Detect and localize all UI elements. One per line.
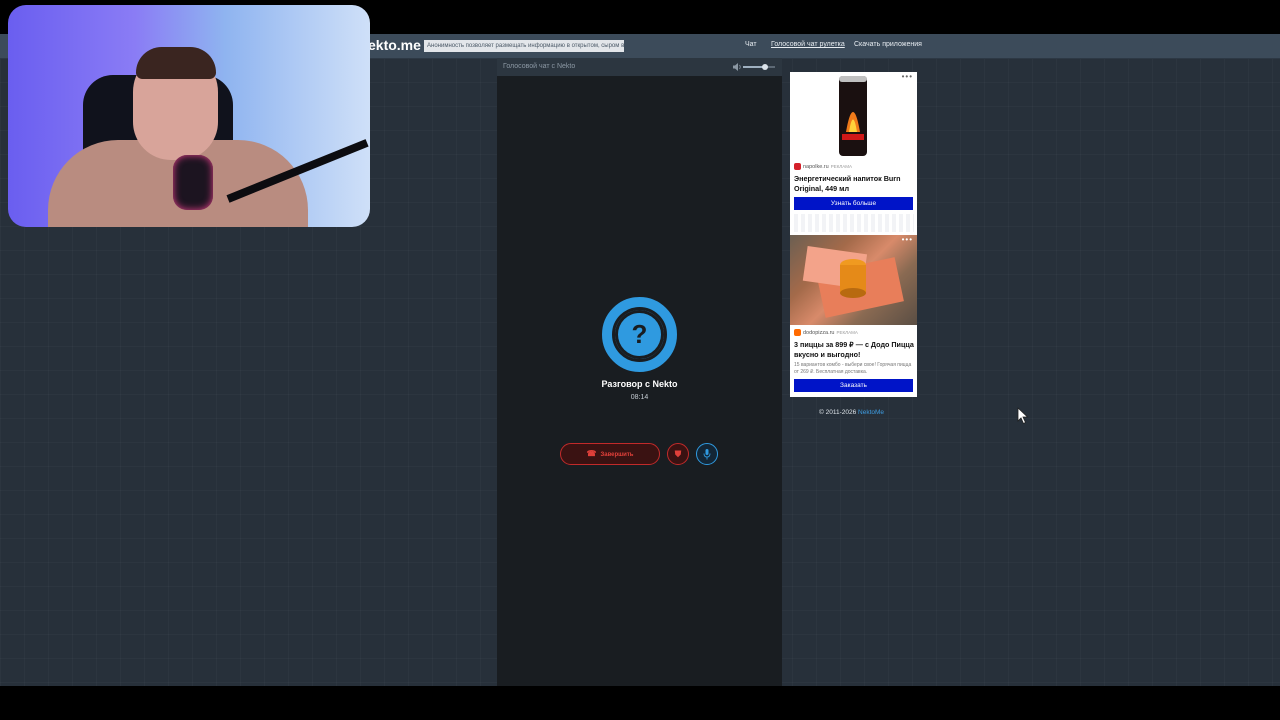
burn-can-image[interactable] (790, 72, 917, 160)
napolke-favicon-icon (794, 163, 801, 170)
volume-icon[interactable] (733, 63, 743, 71)
microphone-button[interactable] (696, 443, 718, 465)
footer-copyright: © 2011-2026 NektoMe (819, 409, 884, 416)
chat-header-title: Голосовой чат с Nekto (503, 63, 576, 70)
webcam-person-hair (136, 47, 216, 79)
pizza-boxes-image[interactable] (790, 235, 917, 325)
shield-icon: ⛊ (674, 449, 682, 459)
ad-faded-strip (794, 214, 914, 232)
nav-chat[interactable]: Чат (745, 41, 757, 48)
ad-source: napolke.ru РЕКЛАМА (794, 163, 852, 170)
slogan-banner: Анонимность позволяет размещать информац… (424, 40, 624, 52)
order-button[interactable]: Заказать (794, 379, 913, 392)
hang-up-icon: ☎ (586, 449, 597, 458)
volume-slider-handle[interactable] (762, 64, 768, 70)
ad-card-burn[interactable]: ••• napolke.ru РЕКЛАМА Энергетический нап… (790, 72, 917, 235)
microphone-icon (703, 449, 711, 460)
webcam-microphone (173, 155, 213, 210)
site-logo[interactable]: ekto.me (368, 37, 421, 53)
nektome-link[interactable]: NektoMe (858, 409, 884, 416)
ad-title[interactable]: 3 пиццы за 899 ₽ — с Додо Пицца вкусно и… (794, 340, 914, 360)
streamer-webcam-overlay (8, 5, 370, 227)
ad-options-icon[interactable]: ••• (902, 72, 913, 81)
partner-avatar: ? (602, 297, 677, 372)
ad-source: dodopizza.ru РЕКЛАМА (794, 329, 858, 336)
call-timer: 08:14 (630, 394, 649, 401)
end-call-button[interactable]: ☎ Завершить (560, 443, 660, 465)
learn-more-button[interactable]: Узнать больше (794, 197, 913, 210)
copyright-text: © 2011-2026 (819, 409, 857, 416)
report-button[interactable]: ⛊ (667, 443, 689, 465)
ad-options-icon[interactable]: ••• (902, 235, 913, 244)
chat-header: Голосовой чат с Nekto (497, 58, 782, 76)
question-mark-icon: ? (612, 307, 667, 362)
letterbox-bottom (0, 686, 1280, 720)
nav-voice-chat[interactable]: Голосовой чат рулетка (771, 41, 845, 48)
mouse-cursor-icon (1017, 407, 1029, 425)
end-call-label: Завершить (600, 452, 634, 458)
dodo-favicon-icon (794, 329, 801, 336)
conversation-title: Разговор с Nekto (601, 379, 678, 389)
ad-title[interactable]: Энергетический напиток Burn Original, 44… (794, 174, 914, 194)
ad-description: 15 вариантов комбо - выбери свое! Горяча… (794, 362, 912, 375)
ad-card-dodo[interactable]: ••• dodopizza.ru РЕКЛАМА 3 пиццы за 899 ₽… (790, 235, 917, 397)
voice-chat-panel: ? Разговор с Nekto 08:14 ☎ Завершить ⛊ (497, 76, 782, 686)
nav-download-apps[interactable]: Скачать приложения (854, 41, 922, 48)
